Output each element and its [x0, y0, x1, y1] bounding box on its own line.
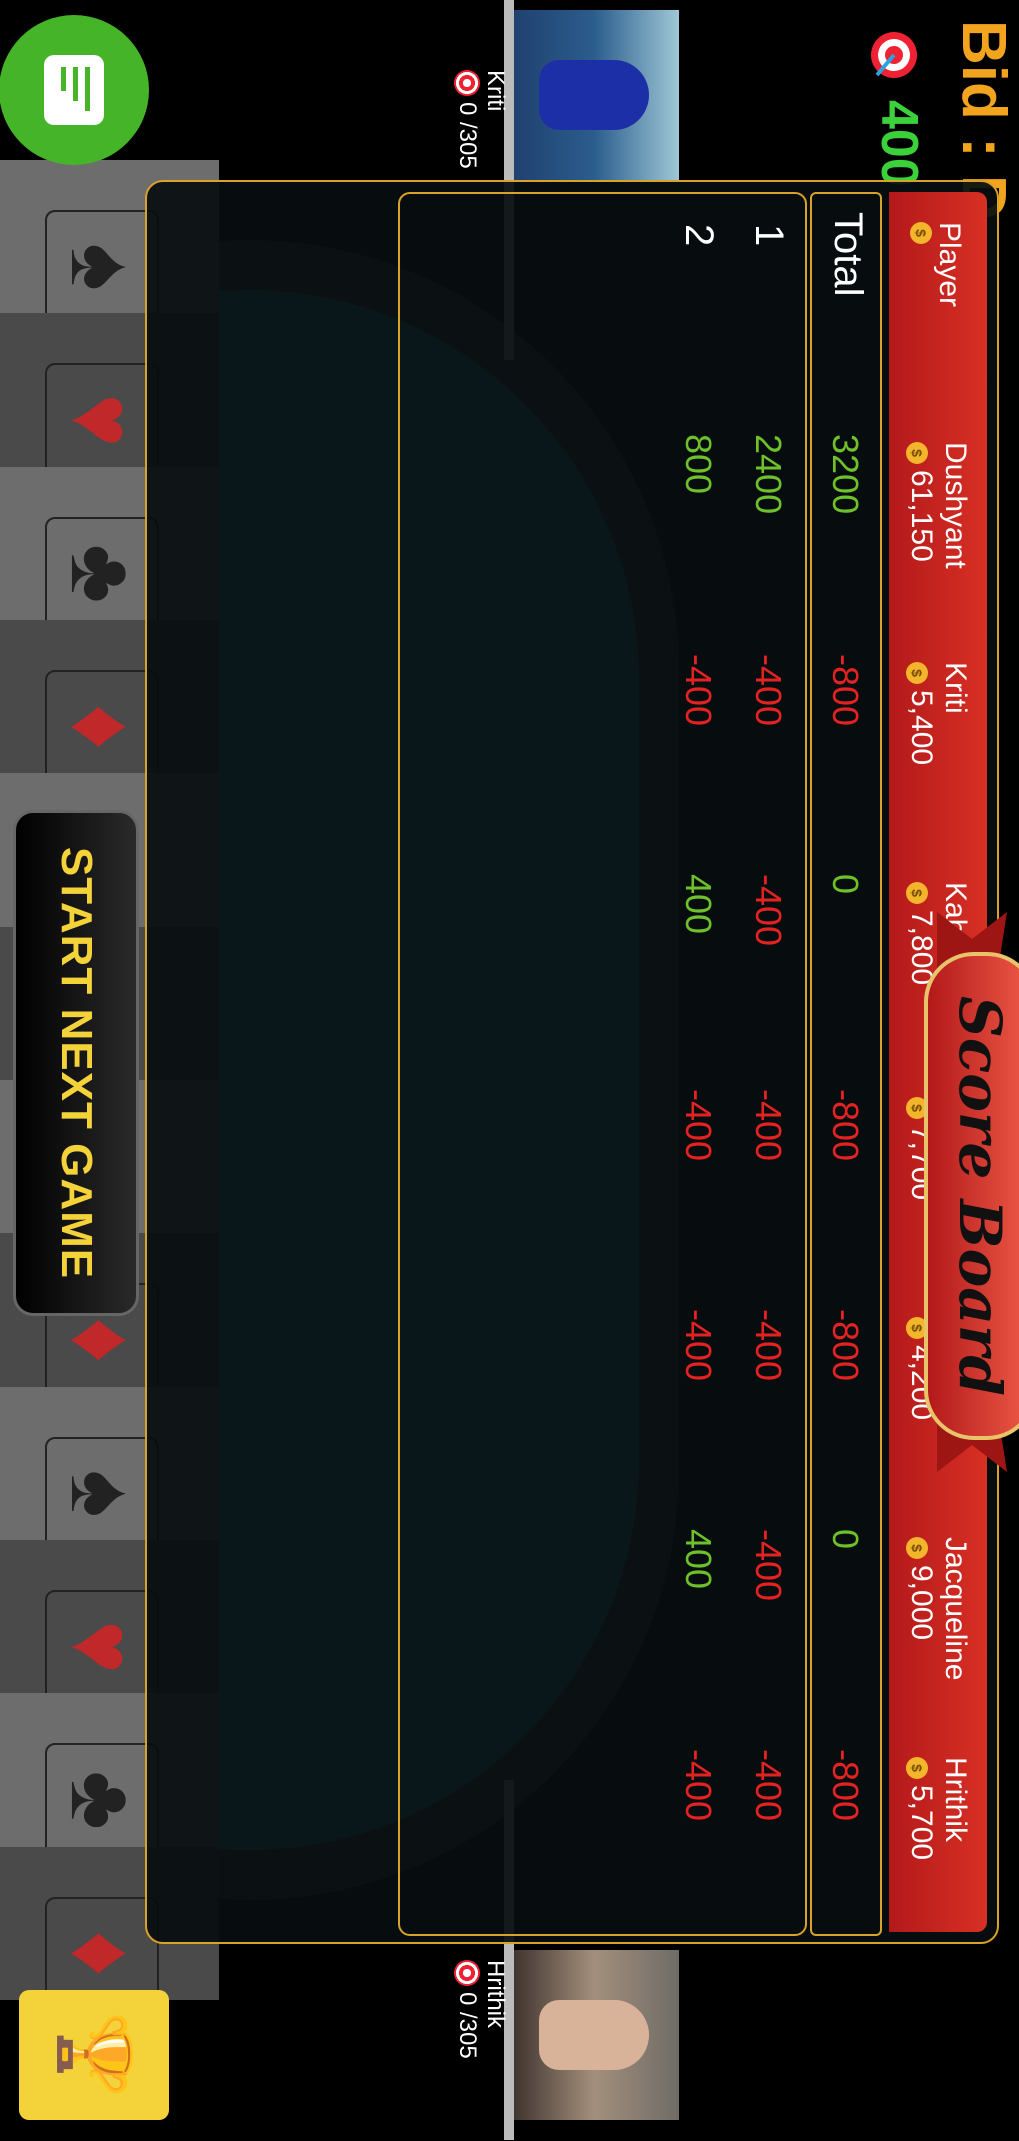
round-value: -400: [678, 654, 719, 727]
player-name: Jacqueline: [939, 1537, 972, 1681]
target-icon: [871, 32, 917, 78]
heart-icon: ♥: [45, 363, 159, 478]
player-column-label: Player: [933, 222, 966, 308]
player-score: 0 /305: [454, 1992, 481, 2059]
club-icon: ♣: [45, 1743, 159, 1858]
player-coins: 5,400: [905, 690, 938, 766]
balance-value: 400: [870, 100, 928, 187]
coin-icon: $: [906, 1757, 928, 1779]
heart-icon: ♥: [45, 1589, 159, 1704]
round-value: -400: [748, 874, 789, 947]
player-header-hrithik: Hrithik $5,700: [889, 1757, 987, 1860]
coin-icon: $: [906, 662, 928, 684]
total-value: 3200: [825, 434, 866, 515]
coin-icon: $: [906, 882, 928, 904]
round-value: 2400: [748, 434, 789, 515]
leaderboard-button[interactable]: 🏆: [19, 1990, 169, 2120]
player-tag-left: Kriti 0 /305: [453, 70, 509, 169]
total-value: -800: [825, 1089, 866, 1162]
player-name: Hrithik: [939, 1757, 972, 1843]
target-icon: [454, 1960, 480, 1986]
round-value: -400: [748, 654, 789, 727]
round-value: -400: [748, 1529, 789, 1602]
diamond-icon: ♦: [45, 669, 159, 784]
player-score: 0 /305: [454, 102, 481, 169]
round-value: -400: [678, 1089, 719, 1162]
podium-icon: 🏆: [56, 2011, 134, 2099]
round-value: -400: [748, 1309, 789, 1382]
round-value: -400: [678, 1309, 719, 1382]
round-value: -400: [748, 1749, 789, 1822]
game-screen: ♠ ♥ ♣ ♦ ♦ ♠ ♥ ♣ ♦ Bid : D 400 Kriti 0 /3…: [0, 0, 1019, 2141]
chat-button[interactable]: [0, 15, 149, 165]
round-label: 1: [747, 224, 791, 247]
total-value: -800: [825, 654, 866, 727]
spade-icon: ♠: [45, 210, 159, 324]
round-value: 800: [678, 434, 719, 495]
player-name: Dushyant: [939, 442, 972, 569]
club-icon: ♣: [45, 516, 159, 631]
player-header-dushyant: Dushyant $61,150: [889, 442, 987, 569]
target-icon: [454, 70, 480, 96]
total-value: -800: [825, 1309, 866, 1382]
total-value: 0: [825, 1529, 866, 1550]
total-label: Total: [826, 212, 870, 297]
total-row: Total 3200 -800 0 -800 -800 0 -800: [810, 192, 882, 1936]
spade-icon: ♠: [45, 1436, 159, 1551]
score-board: Player $ Dushyant $61,150 Kriti $5,400 Kabir…: [145, 180, 1019, 1944]
coin-icon: $: [906, 1537, 928, 1559]
player-header-kriti: Kriti $5,400: [889, 662, 987, 765]
total-value: -800: [825, 1749, 866, 1822]
coin-icon: $: [910, 222, 932, 244]
round-label: 2: [677, 224, 721, 247]
round-value: -400: [678, 1749, 719, 1822]
scoreboard-title: Score Board: [924, 952, 1019, 1440]
player-name: Hrithik: [482, 1960, 509, 2029]
player-tag-right: Hrithik 0 /305: [453, 1960, 509, 2059]
chat-icon: [44, 55, 104, 125]
player-header-jacqueline: Jacqueline $9,000: [889, 1537, 987, 1680]
round-value: -400: [748, 1089, 789, 1162]
avatar-hrithik[interactable]: [509, 1950, 679, 2120]
player-name: Kriti: [939, 662, 972, 714]
start-next-game-button[interactable]: START NEXT GAME: [13, 810, 139, 1316]
player-coins: 9,000: [905, 1565, 938, 1641]
round-value: 400: [678, 1529, 719, 1590]
round-value: 400: [678, 874, 719, 935]
rounds-table: 1 2400 -400 -400 -400 -400 -400 -400 2 800 -400 400…: [398, 192, 807, 1936]
player-coins: 61,150: [905, 470, 938, 562]
player-name: Kriti: [482, 70, 509, 112]
total-value: 0: [825, 874, 866, 895]
coin-icon: $: [906, 442, 928, 464]
player-coins: 5,700: [905, 1785, 938, 1861]
scoreboard-ribbon: Score Board: [917, 912, 1019, 1472]
avatar-kriti[interactable]: [509, 10, 679, 180]
